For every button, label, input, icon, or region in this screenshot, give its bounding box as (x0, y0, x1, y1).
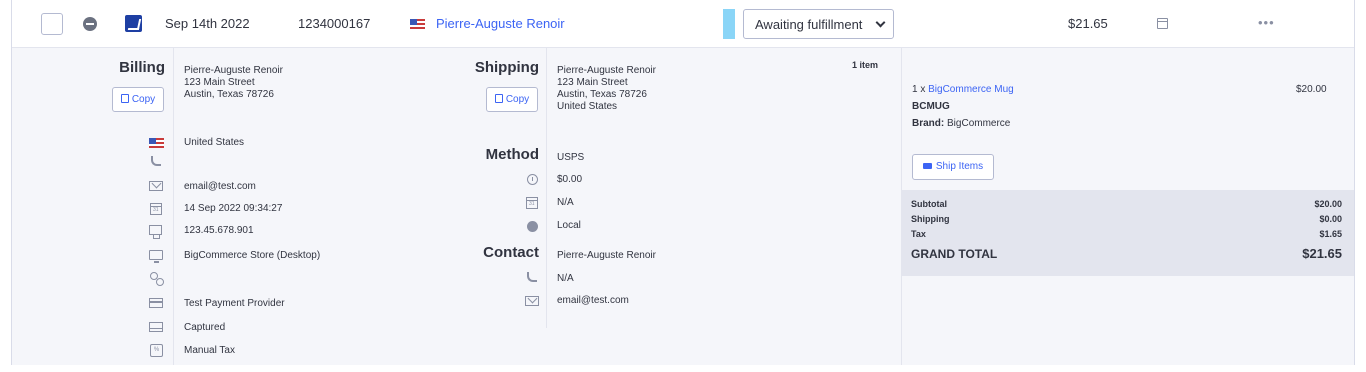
calendar-icon (526, 197, 538, 209)
tax-label: Tax (911, 229, 926, 239)
calendar-icon[interactable] (1157, 18, 1168, 29)
monitor-icon (149, 250, 163, 263)
item-sku: BCMUG (912, 101, 950, 112)
order-id[interactable]: 1234000167 (298, 16, 370, 31)
item-name-link[interactable]: BigCommerce Mug (928, 84, 1014, 95)
grand-total-label: GRAND TOTAL (911, 247, 998, 261)
order-status-value: Awaiting fulfillment (755, 17, 863, 32)
billing-country: United States (184, 137, 245, 148)
order-panel: Sep 14th 2022 1234000167 Pierre-Auguste … (11, 0, 1355, 365)
payment-status: Captured (184, 322, 226, 333)
subtotal-label: Subtotal (911, 199, 947, 209)
link-icon (150, 272, 164, 286)
collapse-row-icon[interactable] (83, 17, 97, 31)
email-icon (525, 296, 539, 306)
shipping-address: Pierre-Auguste Renoir 123 Main Street Au… (557, 65, 656, 112)
ship-items-label: Ship Items (935, 161, 984, 172)
billing-email-link[interactable]: email@test.com (184, 181, 256, 192)
tax-value: $1.65 (1319, 229, 1342, 239)
shipping-zone-link[interactable]: Local (557, 220, 581, 231)
calendar-icon (150, 203, 162, 215)
shipping-cost: $0.00 (557, 174, 583, 185)
email-icon (149, 181, 163, 191)
more-actions-icon[interactable]: ••• (1258, 15, 1275, 30)
bigcommerce-store-icon (125, 15, 142, 32)
contact-name: Pierre-Auguste Renoir (557, 250, 656, 261)
copy-label: Copy (505, 94, 530, 105)
ip-address-icon (149, 225, 162, 239)
item-brand: Brand: BigCommerce (912, 118, 1010, 129)
us-flag-icon (149, 138, 164, 148)
order-details: Billing Copy Pierre-Auguste Renoir 123 M… (12, 48, 1354, 365)
item-price: $20.00 (1296, 84, 1327, 95)
order-summary: Subtotal $20.00 Shipping $0.00 Tax $1.65… (902, 190, 1354, 276)
shipping-value: $0.00 (1319, 214, 1342, 224)
customer-name-link[interactable]: Pierre-Auguste Renoir (436, 16, 565, 31)
shipping-date: N/A (557, 197, 574, 208)
globe-icon (527, 221, 538, 232)
brand-value: BigCommerce (944, 118, 1011, 129)
copy-label: Copy (131, 94, 156, 105)
copy-billing-button[interactable]: Copy (112, 87, 164, 112)
billing-heading: Billing (119, 59, 165, 76)
copy-icon (120, 94, 129, 103)
shipping-label: Shipping (911, 214, 950, 224)
item-count: 1 item (852, 60, 879, 70)
info-icon (527, 174, 538, 185)
phone-icon (151, 156, 161, 166)
subtotal-value: $20.00 (1314, 199, 1342, 209)
phone-icon (527, 272, 537, 282)
tax-icon: % (150, 344, 163, 357)
contact-heading: Contact (483, 244, 539, 261)
ship-items-button[interactable]: Ship Items (912, 154, 994, 180)
order-status-select[interactable]: Awaiting fulfillment (743, 9, 894, 39)
status-indicator (723, 9, 735, 39)
truck-icon (922, 163, 932, 169)
divider (546, 48, 547, 328)
line-item: 1 x BigCommerce Mug (912, 84, 1014, 95)
ip-address-link[interactable]: 123.45.678.901 (184, 225, 254, 236)
tax-type: Manual Tax (184, 345, 235, 356)
brand-label: Brand: (912, 118, 945, 129)
shipping-heading: Shipping (474, 59, 539, 76)
divider (173, 48, 174, 365)
grand-total-value: $21.65 (1302, 246, 1342, 261)
order-total: $21.65 (1068, 16, 1108, 31)
copy-shipping-button[interactable]: Copy (486, 87, 538, 112)
payment-provider: Test Payment Provider (184, 298, 285, 309)
contact-phone: N/A (557, 273, 574, 284)
select-order-checkbox[interactable] (41, 13, 63, 35)
order-date: Sep 14th 2022 (165, 16, 250, 31)
payment-status-icon (149, 322, 163, 332)
chevron-down-icon (875, 17, 886, 28)
copy-icon (494, 94, 503, 103)
billing-address: Pierre-Auguste Renoir 123 Main Street Au… (184, 65, 283, 100)
shipping-method: USPS (557, 152, 585, 163)
order-datetime: 14 Sep 2022 09:34:27 (184, 203, 283, 214)
contact-email-link[interactable]: email@test.com (557, 295, 629, 306)
credit-card-icon (149, 298, 163, 308)
us-flag-icon (410, 19, 425, 29)
order-row: Sep 14th 2022 1234000167 Pierre-Auguste … (12, 0, 1354, 48)
method-heading: Method (485, 146, 539, 163)
item-quantity: 1 x (912, 84, 929, 95)
sales-channel: BigCommerce Store (Desktop) (184, 250, 321, 261)
